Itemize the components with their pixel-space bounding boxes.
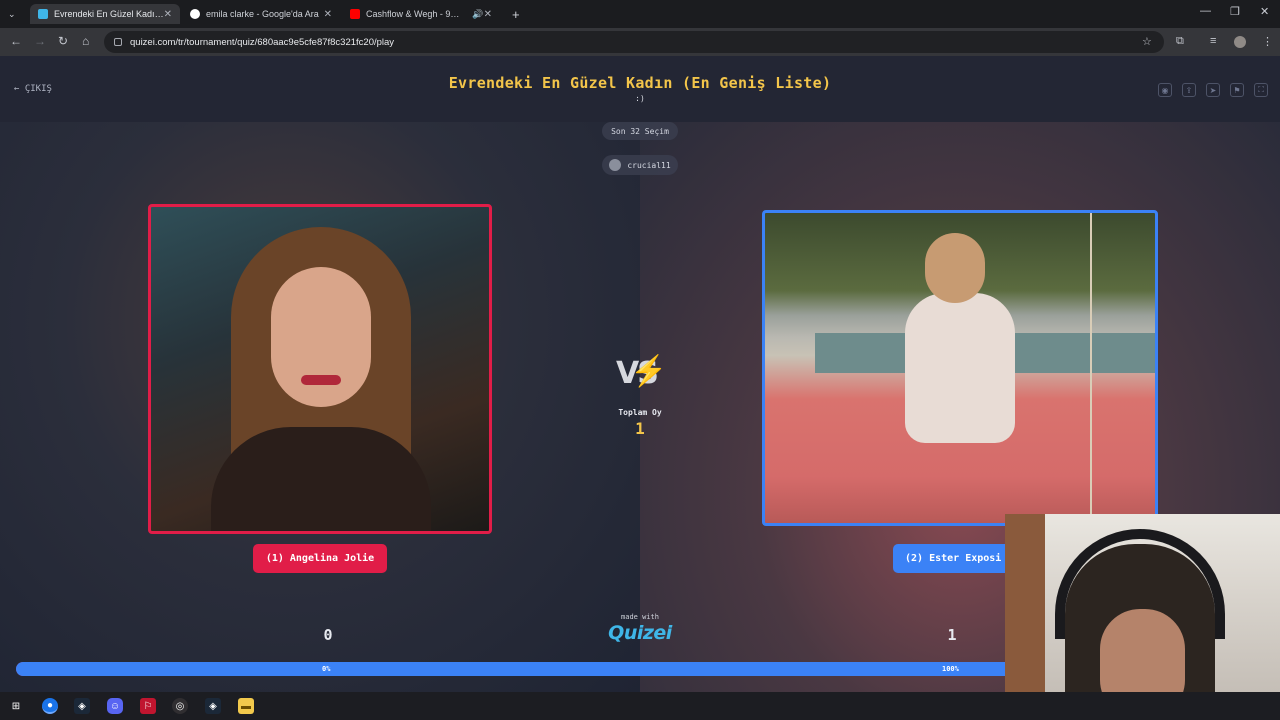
obs-icon[interactable]: ◎ bbox=[172, 698, 188, 714]
discord-icon[interactable]: ☺ bbox=[107, 698, 123, 714]
headset bbox=[1055, 529, 1225, 639]
portrait-face bbox=[271, 267, 371, 407]
eye-icon[interactable]: ◉ bbox=[1158, 83, 1172, 97]
plus-icon: + bbox=[512, 6, 520, 22]
figure-body bbox=[905, 293, 1015, 443]
right-percent: 100% bbox=[942, 665, 959, 673]
quizei-favicon-icon bbox=[38, 9, 48, 19]
webcam-overlay bbox=[1005, 514, 1280, 720]
total-votes-value: 1 bbox=[635, 419, 645, 438]
portrait-lips bbox=[301, 375, 341, 385]
flag-icon[interactable]: ⚑ bbox=[1230, 83, 1244, 97]
chevron-down-icon: ⌄ bbox=[8, 8, 16, 19]
browser-toolbar: ← → ↻ ⌂ quizei.com/tr/tournament/quiz/68… bbox=[0, 28, 1280, 56]
new-tab-button[interactable]: + bbox=[504, 4, 524, 24]
address-bar[interactable]: quizei.com/tr/tournament/quiz/680aac9e5c… bbox=[104, 31, 1164, 53]
close-icon[interactable]: ✕ bbox=[324, 9, 332, 20]
restore-icon[interactable]: ❐ bbox=[1230, 5, 1240, 18]
quiz-title: Evrendeki En Güzel Kadın (En Geniş Liste… bbox=[448, 74, 832, 92]
quiz-header: ← ÇIKIŞ Evrendeki En Güzel Kadın (En Gen… bbox=[0, 56, 1280, 122]
forward-arrow-icon[interactable]: → bbox=[34, 34, 46, 48]
left-candidate-image[interactable] bbox=[148, 204, 492, 534]
windows-taskbar: ⊞ ● ◈ ☺ ⚐ ◎ ◈ ▬ bbox=[0, 692, 1280, 720]
left-candidate-name-button[interactable]: (1) Angelina Jolie bbox=[253, 544, 387, 573]
close-icon[interactable]: ✕ bbox=[164, 9, 172, 20]
reload-icon[interactable]: ↻ bbox=[58, 34, 68, 48]
media-control-icon[interactable]: ≡ bbox=[1210, 35, 1216, 47]
bookmark-star-icon[interactable]: ☆ bbox=[1142, 35, 1152, 48]
share-icon[interactable]: ⇪ bbox=[1182, 83, 1196, 97]
home-icon[interactable]: ⌂ bbox=[82, 34, 89, 48]
avatar bbox=[609, 159, 622, 171]
figure-head bbox=[925, 233, 985, 303]
tab-label: Cashflow & Wegh - 9mm ( bbox=[366, 9, 467, 19]
user-badge[interactable]: crucial11 bbox=[602, 155, 678, 175]
url-text[interactable]: quizei.com/tr/tournament/quiz/680aac9e5c… bbox=[130, 37, 394, 48]
speaker-icon[interactable]: 🔊 bbox=[472, 9, 483, 20]
steam-icon[interactable]: ◈ bbox=[74, 698, 90, 714]
swing-rope bbox=[1090, 213, 1092, 523]
file-explorer-icon[interactable]: ▬ bbox=[238, 698, 254, 714]
browser-tab-bar: ⌄ Evrendeki En Güzel Kadın (En G ✕ emila… bbox=[0, 0, 1280, 28]
total-votes-label: Toplam Oy bbox=[618, 408, 662, 417]
fullscreen-icon[interactable]: ⛶ bbox=[1254, 83, 1268, 97]
username: crucial11 bbox=[627, 160, 671, 170]
tab-quiz[interactable]: Evrendeki En Güzel Kadın (En G ✕ bbox=[30, 4, 180, 24]
portrait-body bbox=[211, 427, 431, 531]
round-badge: Son 32 Seçim bbox=[602, 122, 678, 140]
extensions-icon[interactable]: ⧉ bbox=[1176, 35, 1184, 48]
chrome-icon[interactable]: ● bbox=[42, 698, 58, 714]
youtube-favicon-icon bbox=[350, 9, 360, 19]
back-arrow-icon[interactable]: ← bbox=[10, 34, 22, 48]
tab-label: emila clarke - Google'da Ara bbox=[206, 9, 319, 19]
background-door bbox=[1005, 514, 1045, 720]
tab-google-search[interactable]: emila clarke - Google'da Ara ✕ bbox=[182, 4, 340, 24]
quizei-logo[interactable]: Quizei bbox=[600, 622, 680, 644]
menu-kebab-icon[interactable]: ⋮ bbox=[1262, 35, 1273, 48]
quiz-subtitle: :) bbox=[635, 94, 645, 103]
steam-icon-2[interactable]: ◈ bbox=[205, 698, 221, 714]
windows-start-icon[interactable]: ⊞ bbox=[8, 698, 24, 714]
lightning-bolt-icon: ⚡ bbox=[630, 355, 668, 388]
tab-label: Evrendeki En Güzel Kadın (En G bbox=[54, 9, 164, 19]
app-icon[interactable]: ⚐ bbox=[140, 698, 156, 714]
minimize-icon[interactable]: — bbox=[1200, 5, 1211, 17]
profile-avatar[interactable] bbox=[1234, 36, 1246, 48]
tab-search-button[interactable]: ⌄ bbox=[0, 4, 30, 24]
site-info-icon[interactable] bbox=[114, 38, 122, 46]
close-icon[interactable]: ✕ bbox=[484, 9, 492, 20]
left-score: 0 bbox=[323, 626, 333, 644]
google-favicon-icon bbox=[190, 9, 200, 19]
left-percent: 0% bbox=[322, 665, 331, 673]
tab-youtube[interactable]: Cashflow & Wegh - 9mm ( 🔊 ✕ bbox=[342, 4, 500, 24]
send-icon[interactable]: ➤ bbox=[1206, 83, 1220, 97]
right-candidate-image[interactable] bbox=[762, 210, 1158, 526]
made-with-label: made with bbox=[621, 613, 659, 621]
round-label: Son 32 Seçim bbox=[611, 126, 669, 136]
close-window-icon[interactable]: ✕ bbox=[1260, 5, 1269, 18]
right-score: 1 bbox=[947, 626, 957, 644]
